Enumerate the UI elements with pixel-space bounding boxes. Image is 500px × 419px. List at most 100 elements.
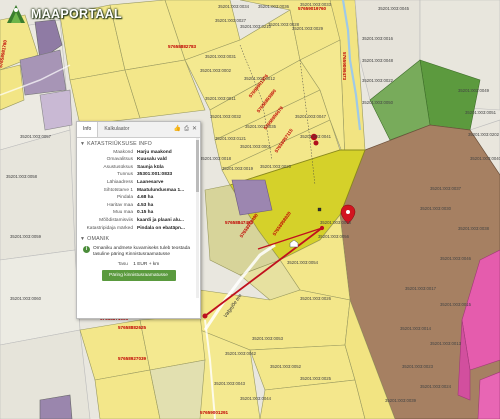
parcel-id-label: 35201:003:0031 xyxy=(205,54,237,59)
parcel-number-label: 57659019760 xyxy=(298,6,327,11)
parcel-id-label: 35201:003:0019 xyxy=(222,166,254,171)
parcel-id-label: 35201:003:0024 xyxy=(420,384,452,389)
owner-title: OMANIK xyxy=(87,235,110,242)
parcel-id-label: 35201:003:0039 xyxy=(385,398,417,403)
parcel-id-label: 35201:003:0020 xyxy=(260,164,292,169)
parcel-id-label: 35201:003:0035 xyxy=(245,124,277,129)
parcel-id-label: 35201:003:0050 xyxy=(362,100,394,105)
info-row: Lähiaadress Laanesarve xyxy=(77,179,200,187)
parcel-id-label: 35201:003:0036 xyxy=(258,4,290,9)
info-row: Pindala 4.68 ha xyxy=(77,195,200,203)
info-value: Maatulundusmaa 1... xyxy=(137,187,185,193)
info-row: Omavalitsus Kuusalu vald xyxy=(77,157,200,165)
thumbs-up-icon[interactable]: 👍 xyxy=(174,122,181,137)
parcel-id-label: 35201:003:0014 xyxy=(400,326,432,331)
parcel-id-label: 35201:003:0013 xyxy=(430,341,462,346)
maaportaal-logo-icon xyxy=(7,5,25,23)
cadastral-map[interactable]: 35201:003:0034 35201:003:0036 35201:003:00… xyxy=(0,0,500,419)
parcel-id-label: 35201:003:0030 xyxy=(420,206,452,211)
close-icon[interactable]: ✕ xyxy=(192,122,197,137)
fee-value: 1 EUR + km xyxy=(133,261,160,267)
panel-tools: 👍 ⎙ ✕ xyxy=(174,122,200,137)
cadastral-info-panel: Info Kalkulaator 👍 ⎙ ✕ ▼ KATASTRIÜKSUSE … xyxy=(76,121,201,319)
parcel-id-label: 35201:003:0016 xyxy=(362,36,394,41)
parcel-id-label: 35201:003:0037 xyxy=(430,186,462,191)
cadastral-info-table: Maakond Harju maakond Omavalitsus Kuusalu … xyxy=(77,149,200,233)
info-label: Mõõdistamisviis xyxy=(99,217,133,223)
parcel-number-label: 57658927039 xyxy=(118,356,147,361)
info-value: Harju maakond xyxy=(137,149,172,155)
app-logo-text: MAAPORTAAL xyxy=(31,7,122,21)
fee-label: Tasu xyxy=(117,261,128,267)
info-value: kaardi ja plaani alu... xyxy=(137,217,184,223)
parcel-number-label: 57658882783 xyxy=(168,44,197,49)
parcel-id-label: 35201:003:0202 xyxy=(468,132,500,137)
parcel-id-label: 35201:003:0052 xyxy=(270,364,302,369)
parcel-id-label: 35201:003:0054 xyxy=(287,260,319,265)
info-row: Tunnus 35301:001:0833 xyxy=(77,172,200,180)
info-value: 4.53 ha xyxy=(137,202,154,208)
parcel-id-label: 35201:003:0027 xyxy=(215,18,247,23)
info-value: Saunja küla xyxy=(137,164,164,170)
info-label: Maakond xyxy=(113,149,133,155)
parcel-id-label: 35201:003:0051 xyxy=(465,110,497,115)
tab-kalkulaator[interactable]: Kalkulaator xyxy=(98,122,135,137)
order-registry-button[interactable]: Päring kinnistusraamatusse xyxy=(101,269,176,281)
parcel-id-label: 35201:003:0017 xyxy=(405,286,437,291)
parcel-id-label: 35201:003:0041 xyxy=(300,134,332,139)
app-logo[interactable]: MAAPORTAAL xyxy=(3,3,122,25)
parcel-id-label: 35201:003:0034 xyxy=(218,4,250,9)
parcel-id-label: 35201:003:0042 xyxy=(225,351,257,356)
chevron-down-icon: ▼ xyxy=(80,235,86,242)
info-label: Asustusüksus xyxy=(103,164,133,170)
parcel-id-label: 35201:003:0022 xyxy=(362,78,394,83)
parcel-id-label: 35201:003:0049 xyxy=(458,88,490,93)
info-icon: i xyxy=(83,245,90,253)
section-header-owner[interactable]: ▼ OMANIK xyxy=(77,233,200,244)
section-header-cadastral[interactable]: ▼ KATASTRIÜKSUSE INFO xyxy=(77,138,200,149)
parcel-number-label: 57659001291 xyxy=(200,410,229,415)
parcel-id-label: 35201:003:0023 xyxy=(402,364,434,369)
info-label: Tunnus xyxy=(117,172,133,178)
info-row: Mõõdistamisviis kaardi ja plaani alu... xyxy=(77,217,200,225)
info-label: Muu maa xyxy=(113,210,133,216)
owner-note: i Omaniku andmete kuvamiseks tuleb teost… xyxy=(77,244,200,259)
parcel-id-label: 35201:003:0025 xyxy=(300,376,332,381)
tab-info[interactable]: Info xyxy=(77,122,99,137)
panel-tabs: Info Kalkulaator 👍 ⎙ ✕ xyxy=(77,122,200,138)
parcel-id-label: 35201:003:0048 xyxy=(362,58,394,63)
parcel-id-label: 35201:003:0032 xyxy=(210,114,242,119)
parcel-id-label: 35201:003:0060 xyxy=(10,296,42,301)
info-row: Maakond Harju maakond xyxy=(77,149,200,157)
info-label: Lähiaadress xyxy=(106,179,133,185)
info-value: 0.15 ha xyxy=(137,210,154,216)
parcel-id-label: 35201:003:0015 xyxy=(440,302,472,307)
scrollbar-thumb[interactable] xyxy=(196,140,199,192)
parcel-number-label: 57658882625 xyxy=(118,325,147,330)
info-row: Haritav maa 4.53 ha xyxy=(77,202,200,210)
parcel-id-label: 35201:003:0044 xyxy=(240,396,272,401)
info-value: 35301:001:0833 xyxy=(137,172,173,178)
owner-note-text: Omaniku andmete kuvamiseks tuleb teostad… xyxy=(93,245,191,257)
parcel-id-label: 35201:003:0029 xyxy=(292,26,324,31)
parcel-id-label: 35201:003:0046 xyxy=(440,256,472,261)
info-label: Katastripidaja märked xyxy=(86,225,133,231)
parcel-id-label: 35201:003:0011 xyxy=(205,96,236,101)
parcel-id-label: 35201:003:0002 xyxy=(200,68,232,73)
panel-scrollbar[interactable] xyxy=(196,138,199,298)
parcel-id-label: 35201:003:0040 xyxy=(470,156,500,161)
info-row: Katastripidaja märked Pindala on ebatäpn.… xyxy=(77,225,200,233)
info-label: Omavalitsus xyxy=(106,157,133,163)
parcel-id-label: 35201:003:0038 xyxy=(458,226,490,231)
parcel-number-label: 57659099473 xyxy=(342,52,347,81)
parcel-id-label: 35201:003:0210 xyxy=(240,24,272,29)
print-icon[interactable]: ⎙ xyxy=(184,122,189,137)
parcel-id-label: 35201:003:0053 xyxy=(252,336,284,341)
info-value: Pindala on ebatäpn... xyxy=(137,225,185,231)
info-value: Laanesarve xyxy=(137,179,164,185)
info-value: 4.68 ha xyxy=(137,195,154,201)
parcel-id-label: 35201:003:0058 xyxy=(6,174,38,179)
parcel-id-label: 35201:003:0057 xyxy=(20,134,52,139)
parcel-id-label: 35201:003:0026 xyxy=(300,296,332,301)
info-label: Sihtotstarve 1 xyxy=(103,187,133,193)
